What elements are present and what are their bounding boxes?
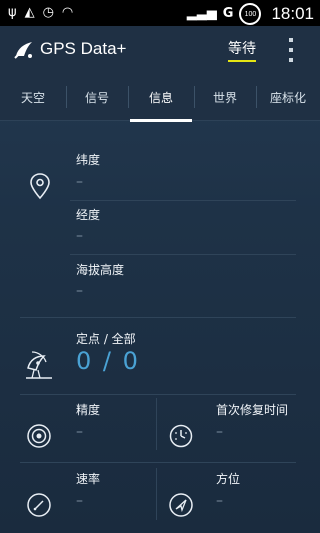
app-title: GPS Data+ <box>40 39 127 58</box>
speed-value: – <box>76 493 83 509</box>
stopwatch-icon <box>169 424 193 448</box>
battery-icon: 100 <box>239 3 262 25</box>
clock-time: 18:01 <box>271 4 314 23</box>
wifi-icon: ◠ <box>61 5 74 20</box>
divider <box>20 462 296 463</box>
vertical-divider <box>156 468 157 520</box>
vertical-divider <box>156 398 157 450</box>
accuracy-value: – <box>76 424 83 440</box>
wait-button[interactable]: 等待 <box>228 38 256 62</box>
longitude-label: 经度 <box>76 208 101 222</box>
ttff-label: 首次修复时间 <box>216 403 289 417</box>
divider <box>70 200 296 201</box>
satellite-dish-icon <box>26 351 52 379</box>
status-bar: ψ ◭ ◷ ◠ ▂▃▅ G 100 18:01 <box>0 0 320 26</box>
divider <box>70 254 296 255</box>
tab-world[interactable]: 世界 <box>194 74 256 120</box>
tab-selected-indicator <box>130 119 192 122</box>
altitude-value: – <box>76 283 83 299</box>
bearing-label: 方位 <box>216 472 241 486</box>
usb-icon: ψ <box>8 5 17 20</box>
tab-bar: 天空 信号 信息 世界 座标化 <box>0 74 320 121</box>
accuracy-label: 精度 <box>76 403 101 417</box>
longitude-value: – <box>76 228 83 244</box>
app-bar: GPS Data+ 等待 <box>0 26 320 74</box>
tab-coordinates[interactable]: 座标化 <box>256 74 320 120</box>
fix-label: 定点 / 全部 <box>76 332 136 346</box>
satellite-logo-icon <box>14 42 32 59</box>
tab-sky[interactable]: 天空 <box>0 74 66 120</box>
location-pin-icon <box>30 173 50 200</box>
latitude-label: 纬度 <box>76 153 101 167</box>
overflow-menu-icon[interactable] <box>286 38 296 62</box>
latitude-value: – <box>76 174 83 190</box>
android-icon: ◭ <box>24 5 35 20</box>
speed-label: 速率 <box>76 472 101 486</box>
signal-icon: ▂▃▅ <box>186 6 217 21</box>
bearing-value: – <box>216 493 223 509</box>
tab-info[interactable]: 信息 <box>128 74 194 120</box>
ttff-value: – <box>216 424 223 440</box>
accuracy-target-icon <box>27 424 51 448</box>
gprs-icon: G <box>222 6 234 21</box>
fix-value: 0 / 0 <box>76 347 140 375</box>
divider <box>20 317 296 318</box>
altitude-label: 海拔高度 <box>76 263 125 277</box>
alarm-icon: ◷ <box>42 5 54 20</box>
tab-signal[interactable]: 信号 <box>66 74 128 120</box>
compass-bearing-icon <box>169 493 193 517</box>
divider <box>20 394 296 395</box>
speedometer-icon <box>27 493 51 517</box>
